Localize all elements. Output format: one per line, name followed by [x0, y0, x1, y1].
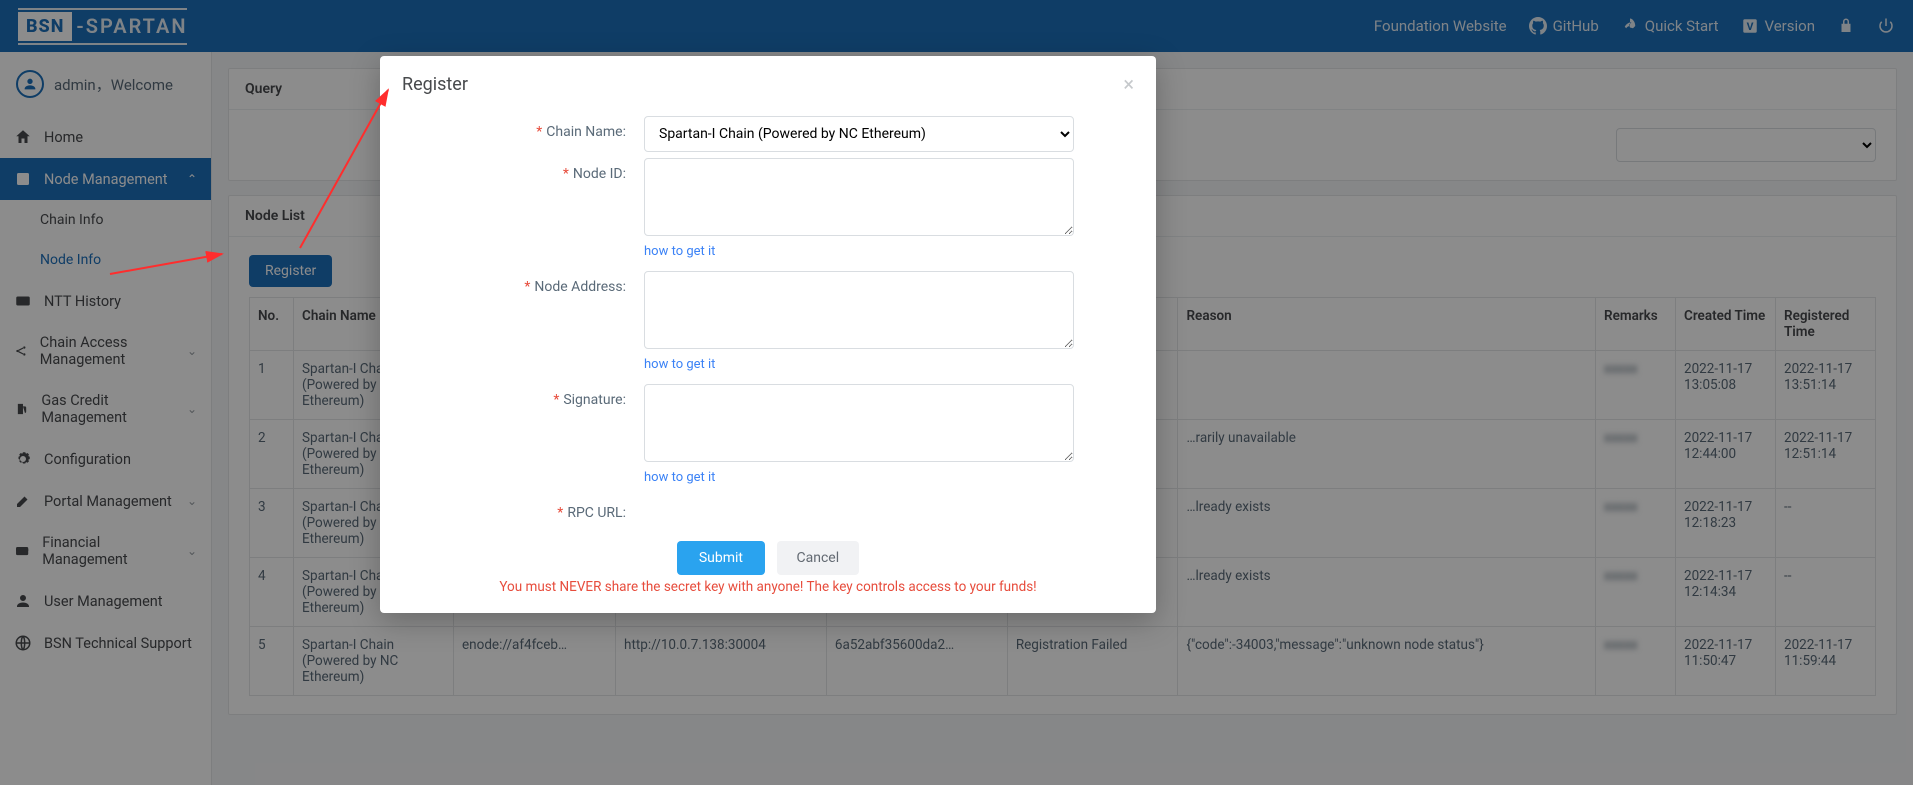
- node-address-textarea[interactable]: [644, 271, 1074, 349]
- submit-button[interactable]: Submit: [677, 541, 765, 575]
- field-label-chain-name: *Chain Name:: [410, 116, 644, 152]
- field-label-node-id: *Node ID:: [410, 158, 644, 265]
- field-label-rpc-url: *RPC URL:: [410, 497, 644, 521]
- modal-close-button[interactable]: ×: [1123, 72, 1134, 96]
- modal-header: Register ×: [380, 56, 1156, 106]
- warning-text: You must NEVER share the secret key with…: [380, 579, 1156, 595]
- node-id-textarea[interactable]: [644, 158, 1074, 236]
- node-address-help-link[interactable]: how to get it: [644, 357, 715, 372]
- modal-title: Register: [402, 74, 468, 95]
- field-label-signature: *Signature:: [410, 384, 644, 491]
- cancel-button[interactable]: Cancel: [777, 541, 860, 575]
- modal-footer: Submit Cancel You must NEVER share the s…: [380, 527, 1156, 613]
- signature-textarea[interactable]: [644, 384, 1074, 462]
- node-id-help-link[interactable]: how to get it: [644, 244, 715, 259]
- signature-help-link[interactable]: how to get it: [644, 470, 715, 485]
- modal-body: *Chain Name: Spartan-I Chain (Powered by…: [380, 106, 1156, 527]
- chain-name-select[interactable]: Spartan-I Chain (Powered by NC Ethereum): [644, 116, 1074, 152]
- field-label-node-address: *Node Address:: [410, 271, 644, 378]
- register-modal: Register × *Chain Name: Spartan-I Chain …: [380, 56, 1156, 613]
